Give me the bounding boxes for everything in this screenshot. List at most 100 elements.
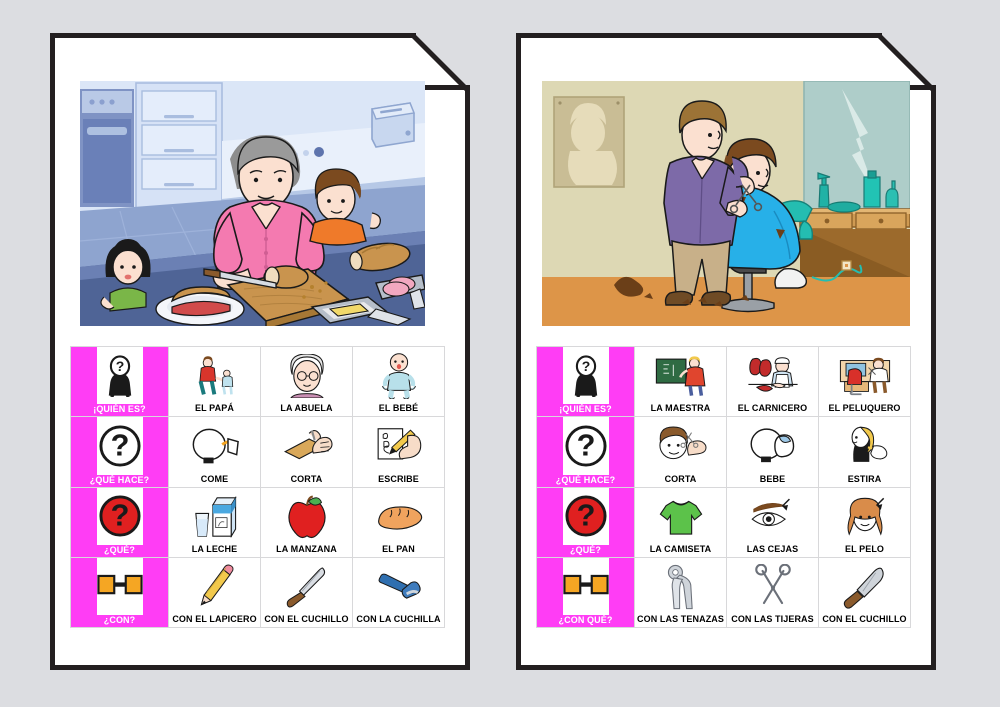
question-label: ¿QUÉ HACE?: [555, 474, 616, 485]
question-cell-person-question-icon[interactable]: ? ¡QUIÉN ES?: [71, 347, 168, 417]
svg-text:?: ?: [581, 358, 590, 374]
pictogram-label: CON LAS TENAZAS: [637, 614, 724, 624]
pictogram-label: EL PELUQUERO: [828, 403, 901, 414]
grandmother-icon: [261, 347, 352, 403]
pictogram-cell[interactable]: EL CARNICERO: [727, 347, 818, 417]
father-and-child-icon: [169, 347, 260, 403]
question-cell-circle-question-icon[interactable]: ? ¿QUÉ HACE?: [71, 417, 168, 487]
question-cell-person-question-icon[interactable]: ? ¡QUIÉN ES?: [537, 347, 634, 417]
milk-carton-icon: [169, 488, 260, 544]
page-bottom-edge: [516, 665, 936, 670]
pincers-icon: [635, 558, 726, 614]
pictogram-label: COME: [200, 473, 229, 484]
pictogram-cell[interactable]: LA LECHE: [169, 487, 260, 557]
pictogram-cell[interactable]: LAS CEJAS: [727, 487, 818, 557]
teacher-blackboard-icon: [635, 347, 726, 403]
pictogram-cell[interactable]: CON LAS TIJERAS: [727, 557, 818, 627]
pictogram-label: BEBE: [759, 473, 786, 484]
eating-mouth-icon: [169, 417, 260, 473]
pictogram-cell[interactable]: BEBE: [727, 417, 818, 487]
pictogram-cell[interactable]: COME: [169, 417, 260, 487]
pictogram-cell[interactable]: EL PAN: [353, 487, 444, 557]
pictogram-label: CORTA: [290, 473, 323, 484]
eyebrow-icon: [727, 488, 818, 544]
hand-writing-icon: [353, 417, 444, 473]
page-bottom-edge: [50, 665, 470, 670]
baby-icon: [353, 347, 444, 403]
question-label: ¡QUIÉN ES?: [93, 404, 146, 415]
page-right[interactable]: ? ¡QUIÉN ES? LA MAESTRA EL CARNICERO EL PELU…: [516, 33, 936, 670]
page-left[interactable]: ? ¡QUIÉN ES? EL PAPÁ LA ABUELA EL BEBÉ? ¿QUÉ …: [50, 33, 470, 670]
question-cell-red-circle-question-icon[interactable]: ? ¿QUÉ?: [537, 487, 634, 557]
two-squares-link-icon: [562, 557, 609, 615]
pictogram-cell[interactable]: EL PELO: [819, 487, 910, 557]
knife-icon: [261, 558, 352, 614]
pictogram-cell[interactable]: CON LA CUCHILLA: [353, 557, 444, 627]
pictogram-cell[interactable]: LA MAESTRA: [635, 347, 726, 417]
svg-text:?: ?: [110, 498, 129, 533]
pictogram-label: CON EL CUCHILLO: [264, 614, 349, 624]
cleaver-knife-icon: [819, 558, 910, 614]
question-cell-two-squares-link-icon[interactable]: ¿CON?: [71, 557, 168, 627]
pictogram-cell[interactable]: CON EL LAPICERO: [169, 557, 260, 627]
pictogram-cell[interactable]: CON LAS TENAZAS: [635, 557, 726, 627]
svg-text:?: ?: [576, 498, 595, 533]
pictogram-label: LA ABUELA: [280, 403, 333, 414]
pictogram-table-right: ? ¡QUIÉN ES? LA MAESTRA EL CARNICERO EL PELU…: [536, 346, 911, 628]
pictogram-table-left: ? ¡QUIÉN ES? EL PAPÁ LA ABUELA EL BEBÉ? ¿QUÉ …: [70, 346, 445, 628]
pictogram-cell[interactable]: CORTA: [261, 417, 352, 487]
kitchen-scene: [80, 81, 425, 326]
pictogram-cell[interactable]: LA MANZANA: [261, 487, 352, 557]
pictogram-label: EL BEBÉ: [378, 403, 419, 414]
question-cell-red-circle-question-icon[interactable]: ? ¿QUÉ?: [71, 487, 168, 557]
hands-cutting-bread-icon: [261, 417, 352, 473]
page-left-edge: [50, 33, 55, 670]
question-cell-circle-question-icon[interactable]: ? ¿QUÉ HACE?: [537, 417, 634, 487]
pictogram-cell[interactable]: CON EL CUCHILLO: [819, 557, 910, 627]
question-cell-two-squares-link-icon[interactable]: ¿CON QUÉ?: [537, 557, 634, 627]
svg-text:?: ?: [576, 427, 595, 462]
pictogram-label: CON EL LAPICERO: [172, 614, 257, 624]
green-tshirt-icon: [635, 488, 726, 544]
pictogram-cell[interactable]: LA ABUELA: [261, 347, 352, 417]
pictogram-cell[interactable]: CON EL CUCHILLO: [261, 557, 352, 627]
pictogram-label: ESTIRA: [847, 473, 882, 484]
cutting-hair-icon: [635, 417, 726, 473]
pictogram-label: CON LA CUCHILLA: [356, 614, 441, 624]
person-question-icon: ?: [96, 347, 143, 405]
circle-question-icon: ?: [562, 417, 609, 475]
pulling-hair-icon: [819, 417, 910, 473]
pictogram-label: EL PELO: [844, 543, 885, 554]
question-label: ¿QUÉ HACE?: [89, 474, 150, 485]
pictogram-cell[interactable]: CORTA: [635, 417, 726, 487]
page-top-edge: [50, 33, 416, 38]
barber-shop-scene: [542, 81, 910, 326]
page-right-edge: [931, 89, 936, 670]
bread-loaf-icon: [353, 488, 444, 544]
pictogram-cell[interactable]: EL BEBÉ: [353, 347, 444, 417]
pictogram-cell[interactable]: EL PELUQUERO: [819, 347, 910, 417]
pictogram-label: EL PAN: [382, 543, 415, 554]
pictogram-label: CON EL CUCHILLO: [822, 614, 907, 624]
red-circle-question-icon: ?: [562, 487, 609, 545]
pictogram-cell[interactable]: EL PAPÁ: [169, 347, 260, 417]
pictogram-label: ESCRIBE: [378, 473, 419, 484]
pencil-icon: [169, 558, 260, 614]
red-circle-question-icon: ?: [96, 487, 143, 545]
pictogram-label: CON LAS TIJERAS: [731, 614, 814, 624]
pictogram-label: LA MAESTRA: [650, 403, 711, 414]
svg-text:?: ?: [110, 427, 129, 462]
razor-blade-icon: [353, 558, 444, 614]
apple-icon: [261, 488, 352, 544]
question-label: ¡QUIÉN ES?: [559, 404, 612, 415]
pictogram-label: EL PAPÁ: [195, 403, 234, 414]
circle-question-icon: ?: [96, 417, 143, 475]
pictogram-cell[interactable]: ESTIRA: [819, 417, 910, 487]
pictogram-label: LAS CEJAS: [746, 543, 799, 554]
scissors-icon: [727, 558, 818, 614]
pictogram-cell[interactable]: ESCRIBE: [353, 417, 444, 487]
page-right-edge: [465, 89, 470, 670]
page-top-edge: [516, 33, 882, 38]
question-label: ¿QUÉ?: [570, 544, 601, 555]
pictogram-cell[interactable]: LA CAMISETA: [635, 487, 726, 557]
